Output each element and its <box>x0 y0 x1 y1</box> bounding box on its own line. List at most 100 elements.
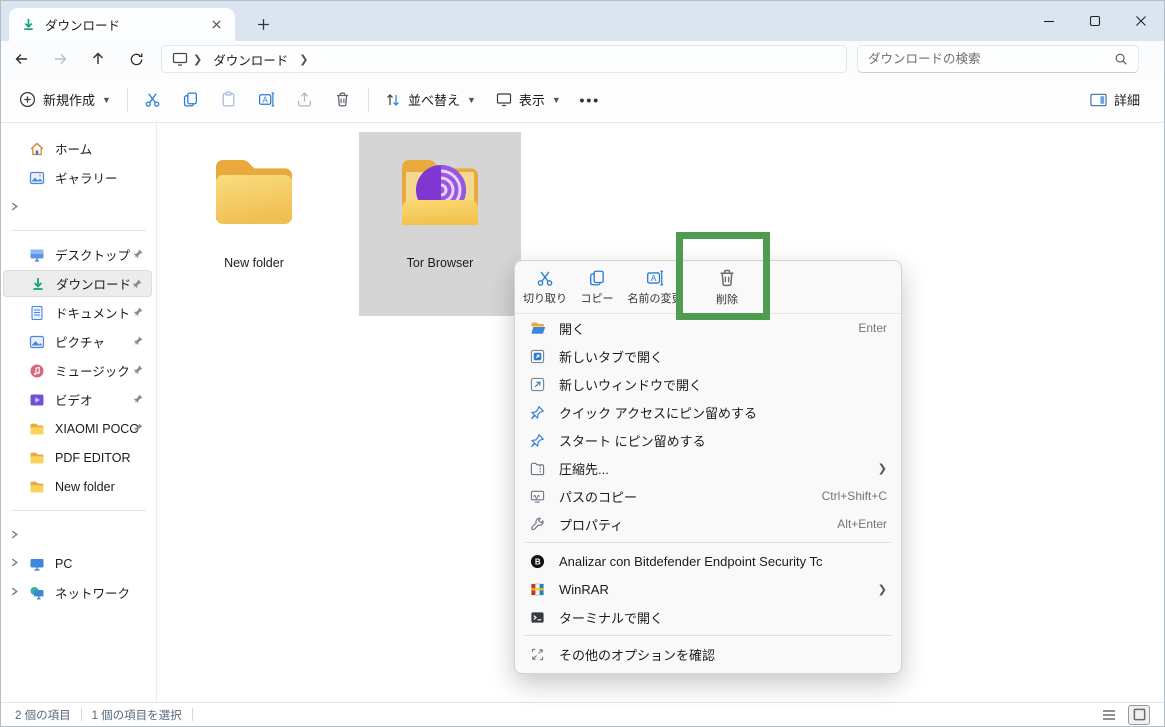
menu-item-compress[interactable]: 圧縮先... ❯ <box>520 454 896 482</box>
quick-delete-button[interactable]: 削除 <box>699 264 755 310</box>
search-icon <box>1114 52 1128 66</box>
pin-icon <box>132 248 144 260</box>
sidebar-divider <box>11 230 146 231</box>
bitdefender-icon: B <box>530 554 545 569</box>
tor-folder-icon <box>392 146 488 242</box>
music-icon <box>29 363 45 379</box>
list-view-toggle[interactable] <box>1098 705 1120 725</box>
more-button[interactable]: ••• <box>571 83 609 117</box>
folder-large-icon <box>206 146 302 242</box>
file-item-label: Tor Browser <box>407 256 474 270</box>
context-menu-quick-actions: 切り取り コピー A 名前の変更 <box>515 261 901 313</box>
new-tab-button[interactable] <box>249 10 277 38</box>
sidebar-item-pdf-editor[interactable]: PDF EDITOR <box>3 444 152 471</box>
pin-icon <box>131 278 143 290</box>
menu-item-show-more-options[interactable]: その他のオプションを確認 <box>520 640 896 668</box>
sidebar-item-home[interactable]: ホーム <box>3 135 152 162</box>
quick-rename-button[interactable]: A 名前の変更 <box>623 264 687 310</box>
paste-button[interactable] <box>210 83 248 117</box>
back-button[interactable] <box>5 44 39 74</box>
view-icon <box>496 92 512 107</box>
window-controls <box>1026 1 1164 41</box>
download-icon <box>30 276 46 292</box>
cut-icon <box>536 269 554 287</box>
close-button[interactable] <box>1118 1 1164 41</box>
menu-item-properties[interactable]: プロパティ Alt+Enter <box>520 510 896 538</box>
refresh-button[interactable] <box>119 44 153 74</box>
file-item-tor-browser[interactable]: Tor Browser <box>359 132 521 316</box>
sidebar-item-music[interactable]: ミュージック <box>3 357 152 384</box>
search-input[interactable] <box>868 52 1114 66</box>
forward-button[interactable] <box>43 44 77 74</box>
network-icon <box>29 585 45 601</box>
breadcrumb[interactable]: ❯ ダウンロード ❯ <box>161 45 847 73</box>
tab-title: ダウンロード <box>45 15 205 34</box>
file-item-new-folder[interactable]: New folder <box>173 132 335 316</box>
sidebar-item-pc[interactable]: PC <box>3 550 152 577</box>
toolbar-separator <box>127 88 128 112</box>
sidebar-item-documents[interactable]: ドキュメント <box>3 299 152 326</box>
menu-separator <box>525 635 891 636</box>
minimize-button[interactable] <box>1026 1 1072 41</box>
tab-downloads[interactable]: ダウンロード <box>9 8 235 41</box>
cut-button[interactable] <box>134 83 172 117</box>
share-button[interactable] <box>286 83 324 117</box>
sort-button[interactable]: 並べ替え ▼ <box>375 83 486 117</box>
sidebar-item-pictures[interactable]: ピクチャ <box>3 328 152 355</box>
menu-item-open-terminal[interactable]: ターミナルで開く <box>520 603 896 631</box>
chevron-right-icon[interactable] <box>10 558 19 567</box>
quick-copy-button[interactable]: コピー <box>571 264 623 310</box>
breadcrumb-item-downloads[interactable]: ダウンロード <box>213 50 288 69</box>
details-label: 詳細 <box>1114 90 1140 109</box>
open-folder-icon <box>530 320 546 336</box>
sidebar-item-new-folder[interactable]: New folder <box>3 473 152 500</box>
new-item-button[interactable]: 新規作成 ▼ <box>9 83 121 117</box>
submenu-arrow-icon: ❯ <box>878 462 887 475</box>
view-button[interactable]: 表示 ▼ <box>486 83 571 117</box>
plus-circle-icon <box>19 91 36 108</box>
sidebar-divider <box>11 510 146 511</box>
menu-item-open[interactable]: 開く Enter <box>520 314 896 342</box>
search-box[interactable] <box>857 45 1139 73</box>
sidebar-item-videos[interactable]: ビデオ <box>3 386 152 413</box>
icons-view-toggle[interactable] <box>1128 705 1150 725</box>
submenu-arrow-icon: ❯ <box>878 583 887 596</box>
pin-icon <box>530 405 545 420</box>
quick-cut-button[interactable]: 切り取り <box>519 264 571 310</box>
menu-item-open-new-tab[interactable]: 新しいタブで開く <box>520 342 896 370</box>
sidebar-item-xiaomi-poco[interactable]: XIAOMI POCO F <box>3 415 152 442</box>
menu-item-bitdefender-scan[interactable]: B Analizar con Bitdefender Endpoint Secu… <box>520 547 896 575</box>
compress-icon <box>530 461 545 476</box>
up-button[interactable] <box>81 44 115 74</box>
svg-text:A: A <box>651 272 657 282</box>
sidebar-item-downloads[interactable]: ダウンロード <box>3 270 152 297</box>
chevron-right-icon[interactable] <box>10 587 19 596</box>
home-icon <box>29 141 45 157</box>
menu-item-pin-quick-access[interactable]: クイック アクセスにピン留めする <box>520 398 896 426</box>
pin-icon <box>132 335 144 347</box>
delete-button[interactable] <box>324 83 362 117</box>
share-icon <box>296 91 313 108</box>
rename-icon: A <box>258 91 275 108</box>
details-pane-button[interactable]: 詳細 <box>1080 83 1150 117</box>
menu-item-winrar[interactable]: WinRAR ❯ <box>520 575 896 603</box>
copy-button[interactable] <box>172 83 210 117</box>
copy-path-icon <box>530 489 545 504</box>
sidebar-expander[interactable] <box>3 193 152 220</box>
breadcrumb-computer-icon <box>172 52 188 66</box>
tab-close-icon[interactable] <box>205 14 227 36</box>
icons-view-icon <box>1133 708 1146 721</box>
item-count: 2 個の項目 <box>15 707 71 723</box>
sidebar-item-desktop[interactable]: デスクトップ <box>3 241 152 268</box>
menu-item-copy-path[interactable]: パスのコピー Ctrl+Shift+C <box>520 482 896 510</box>
menu-item-open-new-window[interactable]: 新しいウィンドウで開く <box>520 370 896 398</box>
folder-icon <box>29 450 45 466</box>
sidebar-expander[interactable] <box>3 521 152 548</box>
view-label: 表示 <box>519 90 545 109</box>
chevron-right-icon[interactable]: ❯ <box>299 53 308 66</box>
maximize-button[interactable] <box>1072 1 1118 41</box>
rename-button[interactable]: A <box>248 83 286 117</box>
menu-item-pin-start[interactable]: スタート にピン留めする <box>520 426 896 454</box>
sidebar-item-network[interactable]: ネットワーク <box>3 579 152 606</box>
sidebar-item-gallery[interactable]: ギャラリー <box>3 164 152 191</box>
